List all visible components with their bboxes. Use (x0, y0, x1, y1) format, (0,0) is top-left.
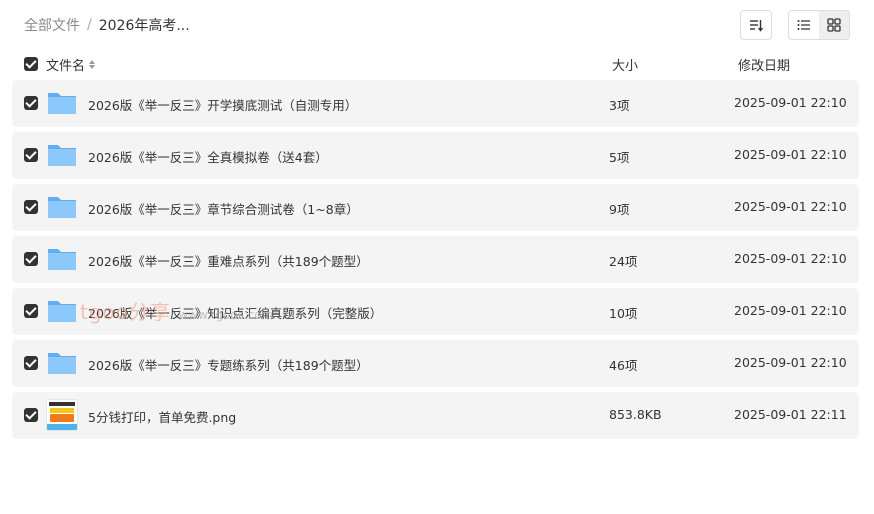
file-row[interactable]: 2026版《举一反三》专题练系列（共189个题型） 46项 2025-09-01… (12, 340, 859, 387)
folder-icon (48, 197, 76, 218)
file-name: 2026版《举一反三》全真模拟卷（送4套） (88, 150, 328, 165)
list-view-button[interactable] (789, 11, 819, 39)
folder-icon (48, 93, 76, 114)
file-size: 46项 (609, 358, 638, 373)
file-size: 5项 (609, 150, 630, 165)
file-row[interactable]: 2026版《举一反三》重难点系列（共189个题型） 24项 2025-09-01… (12, 236, 859, 283)
file-size: 853.8KB (609, 407, 662, 422)
file-size: 24项 (609, 254, 638, 269)
row-checkbox[interactable] (24, 96, 38, 110)
column-header-date: 修改日期 (738, 59, 791, 74)
file-name: 5分钱打印，首单免费.png (88, 410, 237, 425)
file-size: 10项 (609, 306, 638, 321)
select-all-checkbox[interactable] (24, 57, 38, 71)
breadcrumb-separator: / (87, 17, 92, 33)
row-checkbox[interactable] (24, 252, 38, 266)
grid-view-button[interactable] (819, 11, 849, 39)
file-date: 2025-09-01 22:10 (734, 199, 847, 214)
file-name: 2026版《举一反三》专题练系列（共189个题型） (88, 358, 369, 373)
image-thumbnail-icon (46, 399, 78, 431)
row-checkbox[interactable] (24, 148, 38, 162)
file-row[interactable]: 2026版《举一反三》全真模拟卷（送4套） 5项 2025-09-01 22:1… (12, 132, 859, 179)
file-date: 2025-09-01 22:10 (734, 251, 847, 266)
file-row[interactable]: 5分钱打印，首单免费.png 853.8KB 2025-09-01 22:11 (12, 392, 859, 439)
folder-icon (48, 249, 76, 270)
file-list: 2026版《举一反三》开学摸底测试（自测专用） 3项 2025-09-01 22… (12, 80, 859, 444)
folder-icon (48, 353, 76, 374)
file-date: 2025-09-01 22:10 (734, 147, 847, 162)
sort-toggle-icon (89, 60, 96, 69)
file-row[interactable]: 2026版《举一反三》章节综合测试卷（1~8章） 9项 2025-09-01 2… (12, 184, 859, 231)
column-header-size: 大小 (612, 59, 639, 74)
file-size: 3项 (609, 98, 630, 113)
folder-icon (48, 301, 76, 322)
column-header-name[interactable]: 文件名 (46, 55, 96, 74)
row-checkbox[interactable] (24, 200, 38, 214)
row-checkbox[interactable] (24, 356, 38, 370)
file-name: 2026版《举一反三》开学摸底测试（自测专用） (88, 98, 358, 113)
file-name: 2026版《举一反三》重难点系列（共189个题型） (88, 254, 369, 269)
watermark: tgoo分享 www.tgoos.com (80, 296, 273, 325)
view-toolbar (740, 10, 850, 40)
file-list-header: 文件名 大小 修改日期 (24, 54, 850, 74)
file-date: 2025-09-01 22:10 (734, 355, 847, 370)
file-size: 9项 (609, 202, 630, 217)
file-date: 2025-09-01 22:10 (734, 303, 847, 318)
sort-icon (750, 20, 763, 32)
watermark-text: tgoo分享 (80, 300, 172, 324)
file-name: 2026版《举一反三》章节综合测试卷（1~8章） (88, 202, 359, 217)
watermark-url: www.tgoos.com (178, 308, 274, 322)
sort-button[interactable] (740, 10, 772, 40)
file-date: 2025-09-01 22:11 (734, 407, 847, 422)
view-mode-switch (788, 10, 850, 40)
column-header-name-label: 文件名 (46, 59, 86, 74)
list-view-icon (797, 20, 810, 30)
file-date: 2025-09-01 22:10 (734, 95, 847, 110)
folder-icon (48, 145, 76, 166)
top-bar: 全部文件 / 2026年高考... (24, 10, 850, 40)
row-checkbox[interactable] (24, 408, 38, 422)
breadcrumb-current: 2026年高考... (98, 18, 190, 34)
row-checkbox[interactable] (24, 304, 38, 318)
breadcrumb-root[interactable]: 全部文件 (24, 15, 80, 35)
grid-view-icon (827, 18, 841, 32)
file-row[interactable]: 2026版《举一反三》开学摸底测试（自测专用） 3项 2025-09-01 22… (12, 80, 859, 127)
